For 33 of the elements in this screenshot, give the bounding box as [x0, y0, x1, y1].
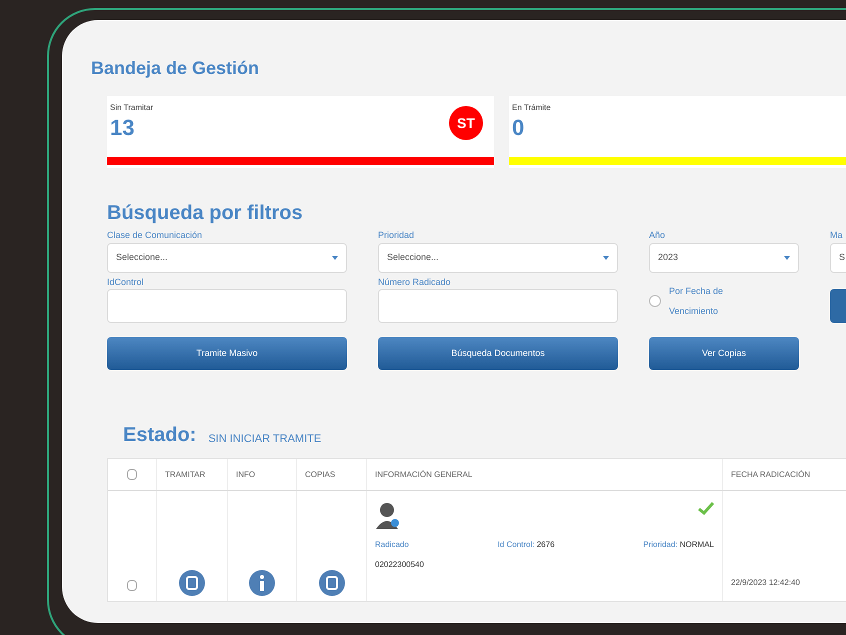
action-button[interactable]: Búsqueda Documentos: [378, 337, 618, 370]
select-field[interactable]: Seleccione...: [107, 243, 347, 273]
card-label: En Trámite: [512, 102, 551, 114]
date-cell: 22/9/2023 12:42:40: [731, 577, 800, 589]
priority-text: Prioridad: NORMAL: [643, 539, 714, 551]
column-header: COPIAS: [297, 459, 367, 490]
action-button[interactable]: Tramite Masivo: [107, 337, 347, 370]
page-title: Bandeja de Gestión: [91, 57, 260, 80]
status-value: SIN INICIAR TRAMITE: [208, 432, 322, 446]
status-label: Estado:: [123, 423, 196, 448]
field-label: Clase de Comunicación: [107, 229, 204, 242]
field-label: Ma: [830, 229, 844, 242]
select-field[interactable]: 2023: [649, 243, 799, 273]
id-control-text: Id Control: 2676: [498, 539, 555, 551]
checkbox-label: Por Fecha de Vencimiento: [669, 284, 724, 318]
field-label: Prioridad: [378, 229, 416, 242]
column-header: INFO: [228, 459, 297, 490]
record-number: 02022300540: [375, 559, 425, 571]
field-label: Año: [649, 229, 666, 242]
card-label: Sin Tramitar: [110, 102, 154, 114]
card-count: 0: [512, 114, 526, 142]
section-title: Búsqueda por filtros: [107, 201, 304, 226]
select-field[interactable]: Seleccione...: [378, 243, 618, 273]
field-label: IdControl: [107, 276, 145, 289]
action-button[interactable]: Ver Copias: [649, 337, 799, 370]
status-badge: ST: [449, 106, 483, 140]
field-label: Número Radicado: [378, 276, 452, 289]
card-count: 13: [110, 114, 136, 142]
select-field[interactable]: S: [830, 243, 846, 273]
column-header: TRAMITAR: [157, 459, 228, 490]
column-header: INFORMACIÓN GENERAL: [367, 459, 723, 490]
record-link[interactable]: Radicado: [375, 539, 409, 551]
column-header: FECHA RADICACIÓN: [723, 459, 846, 490]
